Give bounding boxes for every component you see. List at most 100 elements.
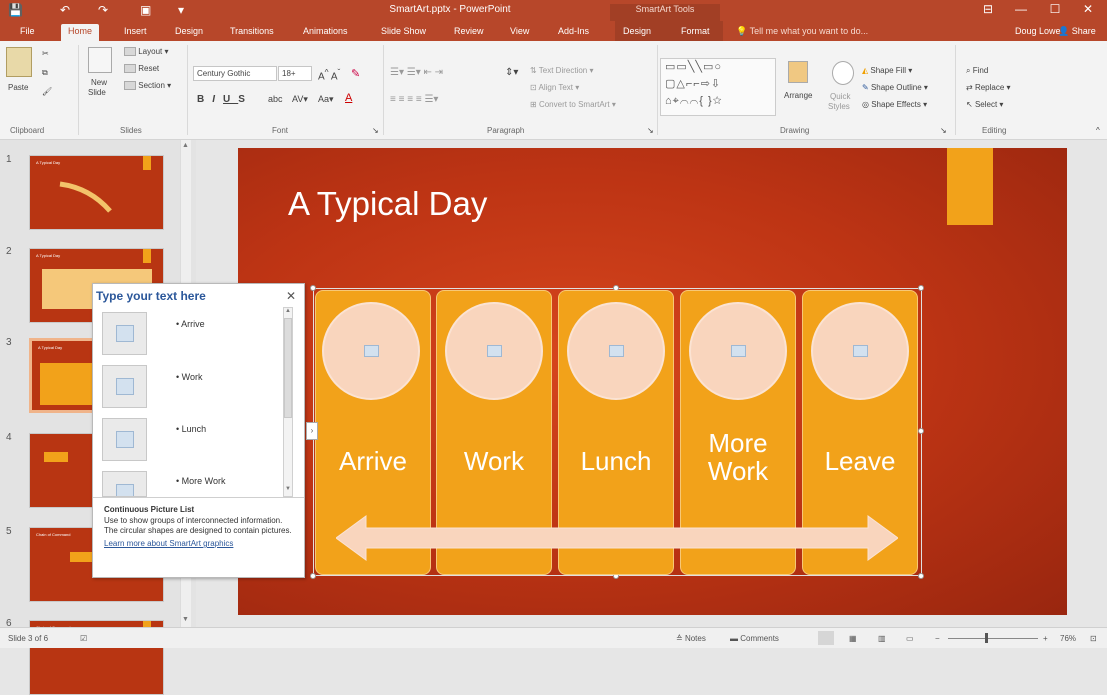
resize-handle[interactable] xyxy=(310,285,316,291)
tab-home[interactable]: Home xyxy=(61,24,100,41)
convert-smartart-button[interactable]: ⊞ Convert to SmartArt ▾ xyxy=(530,100,616,109)
bullet-text[interactable]: Lunch xyxy=(182,424,207,434)
spell-check-icon[interactable]: ☑ xyxy=(80,634,87,643)
arrange-button[interactable] xyxy=(788,61,808,85)
text-pane-bullet[interactable]: • Work xyxy=(176,372,203,382)
picture-placeholder[interactable] xyxy=(811,302,909,400)
copy-icon[interactable]: ⧉ xyxy=(42,68,48,78)
zoom-in-icon[interactable]: + xyxy=(1043,634,1048,643)
minimize-button[interactable]: — xyxy=(1008,2,1034,16)
smartart-item-label[interactable]: Arrive xyxy=(315,447,431,475)
picture-placeholder[interactable] xyxy=(567,302,665,400)
picture-placeholder[interactable] xyxy=(322,302,420,400)
collapse-ribbon-icon[interactable]: ^ xyxy=(1096,126,1100,135)
bullet-text[interactable]: Arrive xyxy=(181,319,205,329)
tab-add-ins[interactable]: Add-Ins xyxy=(558,26,589,36)
share-button[interactable]: 👤 Share xyxy=(1058,26,1096,37)
resize-handle[interactable] xyxy=(918,428,924,434)
text-pane-picture[interactable] xyxy=(102,365,147,408)
user-name[interactable]: Doug Lowe xyxy=(1015,26,1061,36)
smartart-item-label[interactable]: More Work xyxy=(680,429,796,485)
new-slide-button[interactable] xyxy=(88,47,112,75)
reset-button[interactable]: Reset xyxy=(124,64,159,74)
picture-placeholder[interactable] xyxy=(445,302,543,400)
picture-placeholder[interactable] xyxy=(689,302,787,400)
resize-handle[interactable] xyxy=(310,573,316,579)
tell-me-box[interactable]: 💡 Tell me what you want to do... xyxy=(736,26,868,37)
bullet-text[interactable]: More Work xyxy=(182,476,226,486)
comments-button[interactable]: ▬ Comments xyxy=(730,634,779,643)
select-button[interactable]: ↖ Select ▾ xyxy=(966,100,1003,109)
resize-handle[interactable] xyxy=(918,573,924,579)
zoom-out-icon[interactable]: − xyxy=(935,634,940,643)
text-pane-scrollbar[interactable]: ▲ ▼ xyxy=(283,307,293,497)
close-icon[interactable]: ✕ xyxy=(286,289,296,303)
font-family-combo[interactable]: Century Gothic xyxy=(193,66,277,81)
zoom-slider-thumb[interactable] xyxy=(985,633,988,643)
slide-sorter-icon[interactable]: ▦ xyxy=(849,634,857,643)
scroll-thumb[interactable] xyxy=(284,318,292,418)
shape-outline-button[interactable]: ✎ Shape Outline ▾ xyxy=(862,83,928,92)
scroll-down-icon[interactable]: ▼ xyxy=(182,616,189,623)
font-dialog-launcher-icon[interactable]: ↘ xyxy=(372,126,379,135)
tab-transitions[interactable]: Transitions xyxy=(230,26,274,36)
ribbon-display-icon[interactable]: ⊟ xyxy=(975,2,1001,16)
text-pane-picture[interactable] xyxy=(102,471,147,497)
layout-button[interactable]: Layout ▾ xyxy=(124,47,169,57)
font-color-icon[interactable]: A xyxy=(345,92,352,104)
cut-icon[interactable]: ✂ xyxy=(42,49,49,58)
tab-animations[interactable]: Animations xyxy=(303,26,348,36)
character-spacing-icon[interactable]: AV▾ xyxy=(292,94,308,105)
grow-font-icon[interactable]: A^ Aˇ xyxy=(318,67,340,82)
strikethrough-icon[interactable]: abc xyxy=(268,94,283,104)
text-pane-toggle[interactable]: › xyxy=(306,422,318,440)
text-pane-bullet[interactable]: • More Work xyxy=(176,476,226,486)
scroll-down-icon[interactable]: ▼ xyxy=(284,486,292,495)
paste-button[interactable] xyxy=(6,47,32,79)
find-button[interactable]: ⌕ Find xyxy=(966,66,988,76)
format-painter-icon[interactable]: 🖌 xyxy=(42,87,52,96)
learn-more-link[interactable]: Learn more about SmartArt graphics xyxy=(104,539,294,548)
tab-slide-show[interactable]: Slide Show xyxy=(381,26,426,36)
notes-button[interactable]: ≙ Notes xyxy=(676,634,706,643)
text-pane-bullet[interactable]: • Lunch xyxy=(176,424,206,434)
smartart-item-label[interactable]: Leave xyxy=(802,447,918,475)
font-size-combo[interactable]: 18+ xyxy=(278,66,312,81)
paragraph-dialog-launcher-icon[interactable]: ↘ xyxy=(647,126,654,135)
bold-italic-underline-icons[interactable]: BIUS xyxy=(197,94,253,105)
line-spacing-icon[interactable]: ⇕▾ xyxy=(505,67,518,78)
tab-review[interactable]: Review xyxy=(454,26,484,36)
align-icons[interactable]: ≡ ≡ ≡ ≡ ☰▾ xyxy=(390,94,438,105)
scroll-up-icon[interactable]: ▲ xyxy=(284,308,292,317)
smartart-item-label[interactable]: Lunch xyxy=(558,447,674,475)
tab-view[interactable]: View xyxy=(510,26,529,36)
slide-thumbnail-1[interactable]: A Typical Day xyxy=(29,155,164,230)
shapes-gallery[interactable]: ▭▭╲╲▭○ ▢△⌐⌐⇨⇩ ⌂⌖⌒⌒{ }☆ xyxy=(660,58,776,116)
clear-formatting-icon[interactable]: ✎ xyxy=(351,67,360,80)
text-pane-picture[interactable] xyxy=(102,418,147,461)
tab-design[interactable]: Design xyxy=(175,26,203,36)
maximize-button[interactable]: ☐ xyxy=(1042,2,1068,16)
tab-insert[interactable]: Insert xyxy=(124,26,147,36)
tab-smartart-design[interactable]: Design xyxy=(623,26,651,36)
section-button[interactable]: Section ▾ xyxy=(124,81,171,91)
drawing-dialog-launcher-icon[interactable]: ↘ xyxy=(940,126,947,135)
slideshow-view-icon[interactable]: ▭ xyxy=(906,634,914,643)
text-pane-picture[interactable] xyxy=(102,312,147,355)
bullet-text[interactable]: Work xyxy=(182,372,203,382)
bullets-icon[interactable]: ☰▾ ☰▾ ⇤ ⇥ xyxy=(390,67,443,78)
align-text-button[interactable]: ⊡ Align Text ▾ xyxy=(530,83,579,92)
tab-file[interactable]: File xyxy=(20,26,35,36)
shape-effects-button[interactable]: ◎ Shape Effects ▾ xyxy=(862,100,927,109)
zoom-level[interactable]: 76% xyxy=(1060,634,1076,643)
tab-format[interactable]: Format xyxy=(681,26,710,36)
normal-view-icon[interactable] xyxy=(818,631,834,645)
text-direction-button[interactable]: ⇅ Text Direction ▾ xyxy=(530,66,594,75)
quick-styles-button[interactable] xyxy=(832,61,854,87)
resize-handle[interactable] xyxy=(918,285,924,291)
scroll-up-icon[interactable]: ▲ xyxy=(182,142,189,149)
zoom-slider[interactable] xyxy=(948,638,1038,639)
text-pane-bullet[interactable]: • Arrive xyxy=(176,319,205,329)
slide-title[interactable]: A Typical Day xyxy=(288,185,487,223)
close-button[interactable]: ✕ xyxy=(1075,2,1101,16)
